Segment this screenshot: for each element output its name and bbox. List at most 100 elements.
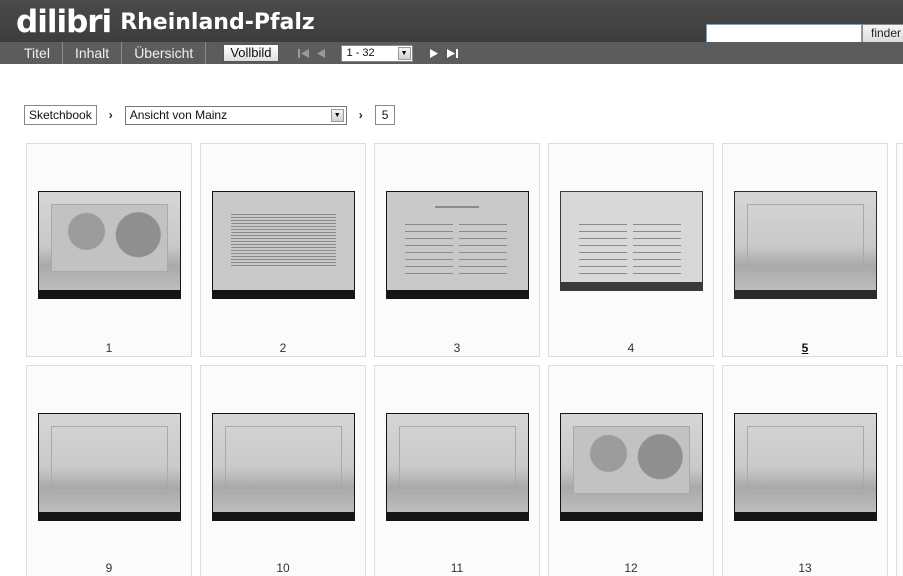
- text-line: [459, 245, 507, 246]
- tab-titel[interactable]: Titel: [0, 42, 63, 64]
- text-line: [231, 253, 336, 254]
- picture-frame: [51, 204, 168, 272]
- text-line: [405, 238, 453, 239]
- page-thumbnail-image[interactable]: [734, 191, 877, 299]
- text-line: [405, 266, 453, 267]
- next-page-icon[interactable]: [425, 45, 443, 61]
- picture-frame: [225, 426, 342, 494]
- page-range-value: 1 - 32: [346, 46, 375, 59]
- page-thumbnail-image[interactable]: [38, 413, 181, 521]
- search-button[interactable]: finder: [862, 24, 903, 43]
- chapter-select-value: Ansicht von Mainz: [129, 107, 228, 122]
- last-page-icon[interactable]: [443, 45, 461, 61]
- breadcrumb-root[interactable]: Sketchbook: [24, 105, 97, 125]
- previous-page-icon[interactable]: [313, 45, 331, 61]
- text-line: [231, 232, 336, 233]
- page-thumbnail-image[interactable]: [386, 191, 529, 299]
- text-line: [231, 238, 336, 239]
- text-line: [579, 238, 627, 239]
- page-number-label[interactable]: 9: [27, 561, 191, 575]
- page-paper: [387, 414, 528, 512]
- page-thumbnail-image[interactable]: [212, 191, 355, 299]
- thumbnail-tile-partial[interactable]: [896, 365, 903, 576]
- picture-frame: [747, 426, 864, 494]
- page-paper: [561, 414, 702, 512]
- text-line: [633, 252, 681, 253]
- search-input[interactable]: [706, 24, 862, 43]
- text-line: [231, 241, 336, 242]
- text-line: [633, 224, 681, 225]
- thumbnail-tile[interactable]: 12: [548, 365, 714, 576]
- page-thumbnail-image[interactable]: [560, 191, 703, 291]
- tab-inhalt[interactable]: Inhalt: [63, 42, 123, 64]
- page-number-label[interactable]: 13: [723, 561, 887, 575]
- text-line: [231, 229, 336, 230]
- text-line: [579, 259, 627, 260]
- page-number-label[interactable]: 4: [549, 341, 713, 355]
- text-line: [231, 235, 336, 236]
- logo-name: Rheinland-Pfalz: [120, 10, 315, 35]
- page-number-label[interactable]: 1: [27, 341, 191, 355]
- text-line: [633, 238, 681, 239]
- page-thumbnail-image[interactable]: [212, 413, 355, 521]
- header-bar: dilibri Rheinland-Pfalz finder Titel Inh…: [0, 0, 903, 64]
- first-page-icon[interactable]: [295, 45, 313, 61]
- picture-frame: [747, 204, 864, 272]
- text-line: [405, 273, 453, 274]
- page-thumbnail-image[interactable]: [560, 413, 703, 521]
- text-line: [459, 273, 507, 274]
- thumbnail-tile[interactable]: 3: [374, 143, 540, 357]
- thumbnail-tile[interactable]: 10: [200, 365, 366, 576]
- text-line: [405, 224, 453, 225]
- chevron-down-icon: ▼: [397, 46, 411, 60]
- fullscreen-button[interactable]: Vollbild: [223, 44, 279, 62]
- text-line: [405, 252, 453, 253]
- thumbnail-tile[interactable]: 4: [548, 143, 714, 357]
- page-number-label[interactable]: 10: [201, 561, 365, 575]
- text-line: [231, 265, 336, 266]
- thumbnail-tile[interactable]: 1: [26, 143, 192, 357]
- dilibri-logo[interactable]: dilibri Rheinland-Pfalz: [16, 4, 315, 38]
- text-line: [633, 266, 681, 267]
- thumbnail-tile[interactable]: 2: [200, 143, 366, 357]
- tab-uebersicht[interactable]: Übersicht: [122, 42, 207, 64]
- chapter-select[interactable]: Ansicht von Mainz ▼: [124, 105, 347, 125]
- picture-frame: [573, 426, 690, 494]
- page-number-label[interactable]: 5: [723, 341, 887, 355]
- text-line: [459, 259, 507, 260]
- text-line: [231, 244, 336, 245]
- thumbnail-tile[interactable]: 13: [722, 365, 888, 576]
- text-line: [579, 224, 627, 225]
- page-number-label[interactable]: 12: [549, 561, 713, 575]
- page-number-label[interactable]: 3: [375, 341, 539, 355]
- text-line: [459, 238, 507, 239]
- page-number-label[interactable]: 2: [201, 341, 365, 355]
- breadcrumb-separator-1: ›: [108, 108, 113, 122]
- text-line: [231, 256, 336, 257]
- thumbnail-grid: 1 2 3 4 5 9 10 11 12 13: [26, 143, 903, 576]
- text-line: [231, 259, 336, 260]
- text-line: [231, 217, 336, 218]
- thumbnail-tile-partial[interactable]: [896, 143, 903, 357]
- page-thumbnail-image[interactable]: [734, 413, 877, 521]
- logo-mark: dilibri: [16, 4, 112, 40]
- page-paper: [213, 414, 354, 512]
- text-line: [405, 259, 453, 260]
- text-line: [231, 220, 336, 221]
- breadcrumb: Sketchbook › Ansicht von Mainz ▼ › 5: [24, 105, 396, 125]
- thumbnail-tile[interactable]: 5: [722, 143, 888, 357]
- page-thumbnail-image[interactable]: [386, 413, 529, 521]
- text-line: [633, 231, 681, 232]
- text-line: [231, 214, 336, 215]
- breadcrumb-separator-2: ›: [358, 108, 363, 122]
- page-thumbnail-image[interactable]: [38, 191, 181, 299]
- thumbnail-tile[interactable]: 11: [374, 365, 540, 576]
- page-paper: [39, 414, 180, 512]
- page-range-select[interactable]: 1 - 32 ▼: [340, 44, 413, 62]
- page-paper: [387, 192, 528, 290]
- thumbnail-tile[interactable]: 9: [26, 365, 192, 576]
- page-number-label[interactable]: 11: [375, 561, 539, 575]
- text-line: [231, 250, 336, 251]
- text-line: [579, 231, 627, 232]
- text-line: [579, 245, 627, 246]
